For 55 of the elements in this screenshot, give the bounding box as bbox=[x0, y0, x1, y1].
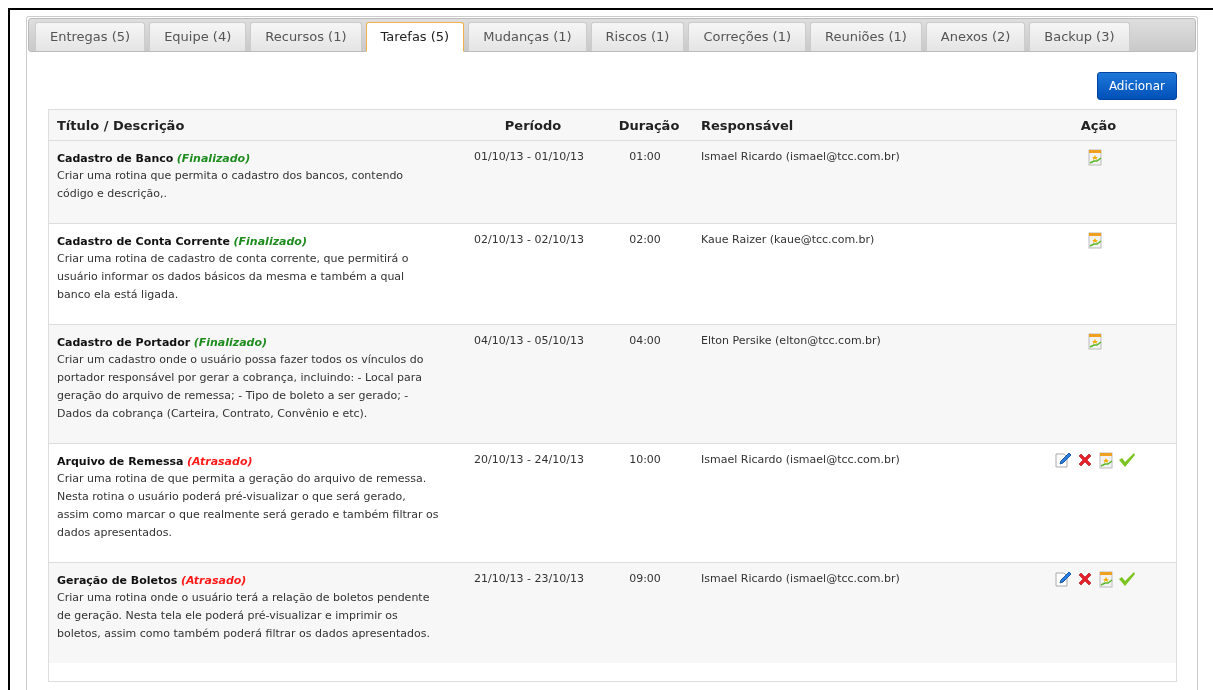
tab[interactable]: Tarefas (5) bbox=[365, 22, 465, 52]
tab[interactable]: Entregas (5) bbox=[35, 22, 146, 51]
tab[interactable]: Equipe (4) bbox=[149, 22, 247, 51]
column-header: Período bbox=[503, 118, 563, 133]
period-cell: 20/10/13 - 24/10/13 bbox=[474, 453, 584, 466]
status-label: (Finalizado) bbox=[176, 152, 251, 165]
status-label: (Atrasado) bbox=[180, 574, 247, 587]
responsible-cell: Ismael Ricardo (ismael@tcc.com.br) bbox=[701, 453, 900, 466]
responsible-cell: Ismael Ricardo (ismael@tcc.com.br) bbox=[701, 150, 900, 163]
responsible-cell: Kaue Raizer (kaue@tcc.com.br) bbox=[701, 233, 875, 246]
status-label: (Finalizado) bbox=[233, 235, 307, 248]
report-icon[interactable] bbox=[1097, 570, 1114, 588]
period-cell: 04/10/13 - 05/10/13 bbox=[474, 334, 584, 347]
edit-icon[interactable] bbox=[1053, 451, 1072, 469]
column-header: Duração bbox=[617, 118, 681, 133]
task-title: Cadastro de Conta Corrente bbox=[57, 235, 231, 248]
responsible-cell: Elton Persike (elton@tcc.com.br) bbox=[701, 334, 881, 347]
column-header: Título / Descrição bbox=[56, 118, 186, 133]
add-button[interactable]: Adicionar bbox=[1096, 72, 1177, 100]
report-icon[interactable] bbox=[1086, 148, 1103, 166]
task-title: Cadastro de Portador bbox=[57, 336, 191, 349]
task-description: Criar uma rotina de cadastro de conta corrente, que permitirá o usuário informar os dados básicos da mesma e também a qual banco ela está ligada. bbox=[57, 251, 410, 303]
period-cell: 02/10/13 - 02/10/13 bbox=[474, 233, 584, 246]
tab[interactable]: Reuniões (1) bbox=[810, 22, 922, 51]
tab[interactable]: Correções (1) bbox=[688, 22, 807, 51]
status-label: (Atrasado) bbox=[187, 455, 253, 468]
task-description: Criar uma rotina onde o usuário terá a relação de boletos pendente de geração. Nesta tela ele poderá pré-visualizar e imprimir os boletos, assim como também poderá filtrar os dados apresentados. bbox=[57, 590, 431, 642]
task-description: Criar uma rotina de que permita a geração do arquivo de remessa. Nesta rotina o usuário poderá pré-visualizar o que será gerado, assim como marcar o que realmente será gerado e também filtrar os dados apresentados. bbox=[57, 471, 440, 541]
check-icon[interactable] bbox=[1117, 570, 1136, 588]
edit-icon[interactable] bbox=[1053, 570, 1072, 588]
tab[interactable]: Backup (3) bbox=[1029, 22, 1130, 51]
duration-cell: 04:00 bbox=[629, 334, 661, 347]
status-label: (Finalizado) bbox=[193, 336, 268, 349]
task-description: Criar uma rotina que permita o cadastro dos bancos, contendo código e descrição,. bbox=[57, 168, 405, 202]
report-icon[interactable] bbox=[1097, 451, 1114, 469]
responsible-cell: Ismael Ricardo (ismael@tcc.com.br) bbox=[701, 572, 900, 585]
tab[interactable]: Riscos (1) bbox=[590, 22, 685, 51]
period-cell: 01/10/13 - 01/10/13 bbox=[474, 150, 584, 163]
tab[interactable]: Anexos (2) bbox=[925, 22, 1026, 51]
duration-cell: 10:00 bbox=[629, 453, 661, 466]
tab[interactable]: Mudanças (1) bbox=[468, 22, 587, 51]
tab[interactable]: Recursos (1) bbox=[250, 22, 362, 51]
duration-cell: 09:00 bbox=[629, 572, 661, 585]
column-header: Responsável bbox=[700, 118, 795, 133]
duration-cell: 01:00 bbox=[629, 150, 661, 163]
period-cell: 21/10/13 - 23/10/13 bbox=[474, 572, 584, 585]
task-title: Geração de Boletos bbox=[57, 574, 178, 587]
task-description: Criar um cadastro onde o usuário possa fazer todos os vínculos do portador responsável por gerar a cobrança, incluindo: - Local para geração do arquivo de remessa; - Tipo de boleto a ser gerado; - Dados da cobrança (Carteira, Contrato, Convênio e etc). bbox=[57, 352, 425, 422]
report-icon[interactable] bbox=[1086, 231, 1103, 249]
column-header: Ação bbox=[1079, 118, 1118, 133]
check-icon[interactable] bbox=[1117, 451, 1136, 469]
task-title: Arquivo de Remessa bbox=[57, 455, 184, 468]
task-title: Cadastro de Banco bbox=[57, 152, 174, 165]
duration-cell: 02:00 bbox=[629, 233, 661, 246]
report-icon[interactable] bbox=[1086, 332, 1103, 350]
